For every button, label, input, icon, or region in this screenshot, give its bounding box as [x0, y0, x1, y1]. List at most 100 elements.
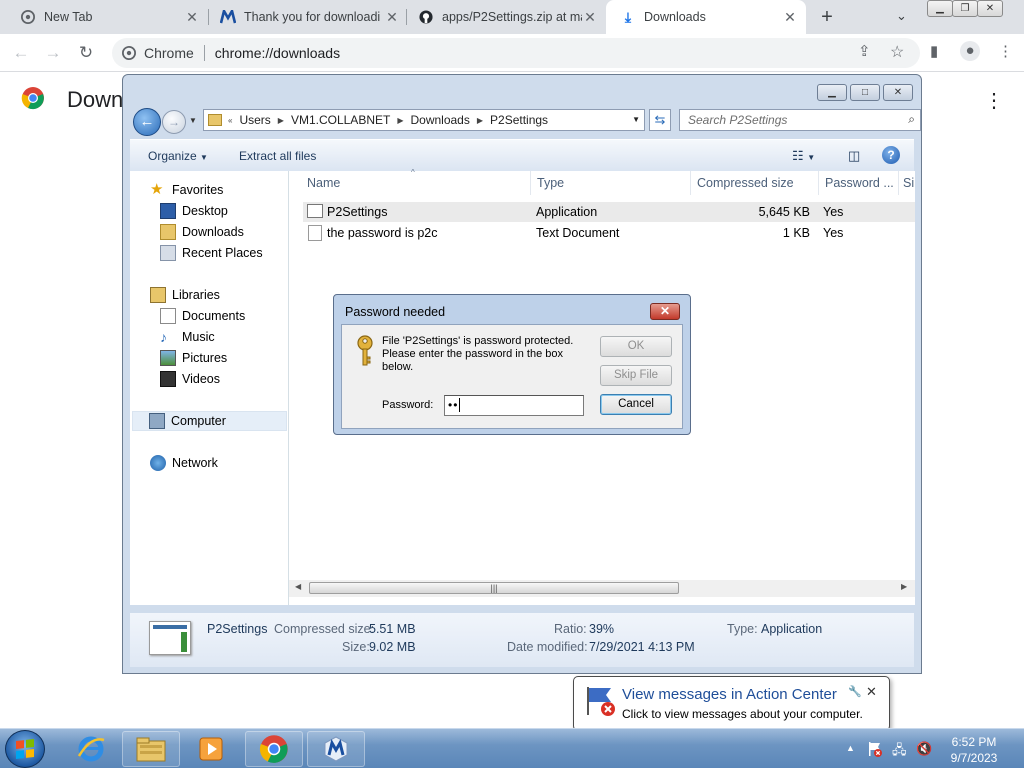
action-center-balloon[interactable]: View messages in Action Center Click to …: [573, 676, 890, 744]
close-icon[interactable]: ✕: [883, 84, 913, 101]
taskbar-file-explorer[interactable]: [122, 731, 180, 767]
close-tab-icon[interactable]: ✕: [782, 9, 798, 26]
file-name: the password is p2c: [327, 226, 438, 240]
close-window-icon[interactable]: ✕: [977, 0, 1003, 17]
breadcrumb-arrow-icon[interactable]: ▶: [397, 116, 403, 125]
details-type-value: Application: [761, 622, 823, 636]
network-icon: [150, 455, 166, 471]
tab-thank-you[interactable]: Thank you for downloadi ✕: [208, 0, 408, 34]
bookmark-star-icon[interactable]: ☆: [890, 42, 904, 62]
breadcrumb-users[interactable]: Users: [239, 113, 270, 127]
overflow-chevron-icon[interactable]: «: [228, 116, 232, 125]
extract-all-button[interactable]: Extract all files: [239, 149, 316, 163]
taskbar-malwarebytes[interactable]: [307, 731, 365, 767]
nav-pictures[interactable]: Pictures: [160, 348, 227, 368]
nav-desktop[interactable]: Desktop: [160, 201, 228, 221]
cancel-button[interactable]: Cancel: [600, 394, 672, 415]
nav-downloads[interactable]: Downloads: [160, 222, 244, 242]
new-tab-button[interactable]: +: [816, 6, 838, 28]
column-header-type[interactable]: Type: [531, 171, 691, 195]
side-panel-icon[interactable]: ▮: [930, 42, 938, 60]
file-row[interactable]: P2Settings Application 5,645 KB Yes: [303, 202, 915, 222]
nav-recent-places[interactable]: Recent Places: [160, 243, 263, 263]
forward-arrow-icon[interactable]: →: [42, 42, 64, 64]
column-header-password[interactable]: Password ...: [819, 171, 899, 195]
column-header-compressed-size[interactable]: Compressed size: [691, 171, 819, 195]
address-bar[interactable]: Chrome chrome://downloads: [112, 38, 920, 68]
address-dropdown-icon[interactable]: ▼: [632, 115, 640, 124]
scroll-left-icon[interactable]: ◀: [295, 582, 301, 591]
back-arrow-icon[interactable]: ←: [10, 42, 32, 64]
organize-button[interactable]: Organize ▼: [148, 149, 208, 163]
taskbar-chrome[interactable]: [245, 731, 303, 767]
nav-music[interactable]: ♪ Music: [160, 327, 215, 347]
tab-github[interactable]: apps/P2Settings.zip at ma ✕: [406, 0, 606, 34]
kebab-menu-icon[interactable]: ⋮: [998, 42, 1013, 60]
help-icon[interactable]: ?: [882, 146, 900, 164]
nav-libraries[interactable]: Libraries: [150, 285, 220, 305]
command-bar: Organize ▼ Extract all files ☷ ▼ ◫ ?: [130, 139, 914, 171]
wrench-icon[interactable]: 🔧: [848, 685, 862, 698]
taskbar-internet-explorer[interactable]: [62, 731, 120, 767]
dialog-close-button[interactable]: ✕: [650, 303, 680, 320]
preview-pane-icon[interactable]: ◫: [848, 148, 860, 164]
breadcrumb-arrow-icon[interactable]: ▶: [477, 116, 483, 125]
taskbar-media-player[interactable]: [182, 731, 240, 767]
close-tab-icon[interactable]: ✕: [384, 9, 400, 26]
forward-button[interactable]: →: [162, 110, 186, 134]
tab-title: apps/P2Settings.zip at ma: [442, 10, 582, 24]
search-icon[interactable]: ⌕: [908, 112, 915, 127]
nav-network[interactable]: Network: [150, 453, 218, 473]
balloon-title[interactable]: View messages in Action Center: [622, 686, 837, 703]
action-center-tray-icon[interactable]: [867, 741, 883, 760]
nav-videos[interactable]: Videos: [160, 369, 220, 389]
folder-icon: [136, 737, 166, 762]
tab-search-icon[interactable]: ⌄: [896, 8, 907, 24]
ok-button[interactable]: OK: [600, 336, 672, 357]
documents-icon: [160, 308, 176, 324]
file-row[interactable]: the password is p2c Text Document 1 KB Y…: [303, 223, 915, 243]
downloads-menu-icon[interactable]: ⋮: [984, 88, 1004, 113]
breadcrumb-downloads[interactable]: Downloads: [410, 113, 469, 127]
refresh-icon[interactable]: ⇆: [649, 109, 671, 131]
maximize-icon[interactable]: □: [850, 84, 880, 101]
reload-icon[interactable]: ↻: [75, 42, 97, 64]
breadcrumb-arrow-icon[interactable]: ▶: [278, 116, 284, 125]
details-type-label: Type:: [727, 622, 758, 636]
close-tab-icon[interactable]: ✕: [582, 9, 598, 26]
explorer-address-bar[interactable]: « Users ▶ VM1.COLLABNET ▶ Downloads ▶ P2Set…: [203, 109, 645, 131]
skip-file-button[interactable]: Skip File: [600, 365, 672, 386]
file-compressed-size: 1 KB: [782, 226, 810, 240]
minimize-icon[interactable]: ▁: [817, 84, 847, 101]
breadcrumb-user[interactable]: VM1.COLLABNET: [291, 113, 390, 127]
explorer-search-input[interactable]: Search P2Settings ⌕: [679, 109, 921, 131]
scroll-right-icon[interactable]: ▶: [901, 582, 907, 591]
volume-muted-icon[interactable]: 🔇: [916, 741, 932, 757]
tab-downloads[interactable]: ⤓ Downloads ✕: [606, 0, 806, 34]
nav-favorites[interactable]: ★ Favorites: [150, 180, 223, 200]
balloon-close-icon[interactable]: ✕: [866, 684, 877, 700]
details-modified-label: Date modified:: [507, 640, 588, 654]
minimize-icon[interactable]: ▁: [927, 0, 953, 17]
recent-pages-dropdown-icon[interactable]: ▼: [189, 116, 197, 125]
profile-avatar-icon[interactable]: ●: [960, 41, 980, 61]
horizontal-scrollbar[interactable]: ◀ ||| ▶: [289, 580, 915, 597]
nav-documents[interactable]: Documents: [160, 306, 245, 326]
search-placeholder: Search P2Settings: [688, 113, 788, 127]
tab-new-tab[interactable]: New Tab ✕: [0, 0, 208, 34]
restore-icon[interactable]: ❐: [952, 0, 978, 17]
share-icon[interactable]: ⇪: [858, 42, 871, 60]
network-tray-icon[interactable]: 🖧: [892, 741, 907, 763]
back-button[interactable]: ←: [133, 108, 161, 136]
view-options-icon[interactable]: ☷ ▼: [792, 148, 815, 164]
breadcrumb-p2settings[interactable]: P2Settings: [490, 113, 548, 127]
close-tab-icon[interactable]: ✕: [184, 9, 200, 26]
scrollbar-thumb[interactable]: |||: [309, 582, 679, 594]
password-field[interactable]: ••: [444, 395, 584, 416]
column-header-name[interactable]: Name: [301, 171, 531, 195]
nav-computer[interactable]: Computer: [132, 411, 287, 431]
system-clock[interactable]: 6:52 PM 9/7/2023: [940, 734, 1008, 766]
column-header-size[interactable]: Si: [899, 171, 915, 195]
start-button[interactable]: [5, 730, 45, 768]
show-hidden-icons-icon[interactable]: ▲: [846, 743, 855, 753]
